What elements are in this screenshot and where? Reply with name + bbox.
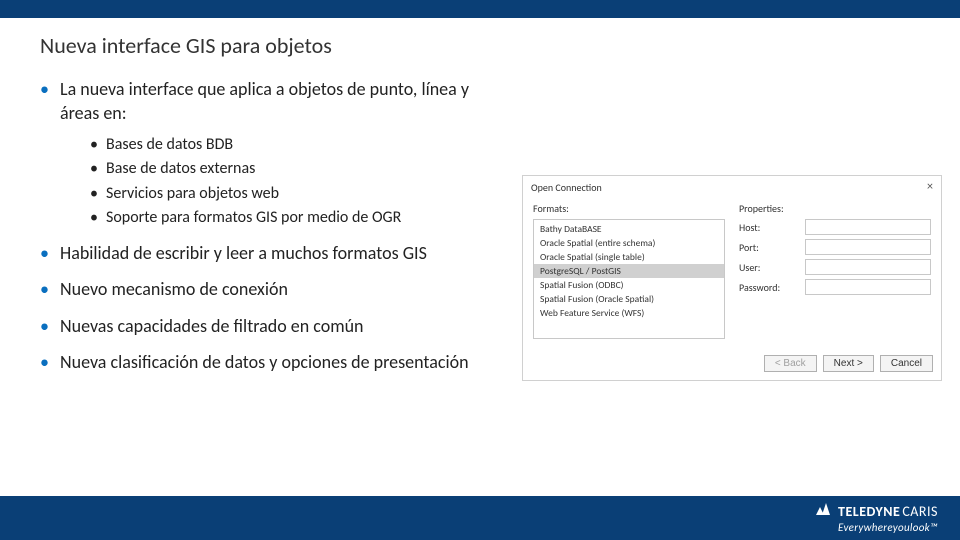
port-input[interactable] bbox=[805, 239, 931, 255]
formats-listbox[interactable]: Bathy DataBASE Oracle Spatial (entire sc… bbox=[533, 219, 725, 339]
format-option[interactable]: Spatial Fusion (Oracle Spatial) bbox=[534, 292, 724, 306]
format-option[interactable]: Oracle Spatial (single table) bbox=[534, 250, 724, 264]
brand-name-2: CARIS bbox=[902, 503, 938, 520]
sub-bullet-list: Bases de datos BDB Base de datos externa… bbox=[90, 134, 510, 229]
slide-title: Nueva interface GIS para objetos bbox=[40, 32, 960, 59]
formats-label: Formats: bbox=[533, 202, 725, 215]
dialog-header: Open Connection × bbox=[523, 176, 941, 196]
bullet-list: La nueva interface que aplica a objetos … bbox=[40, 77, 510, 374]
brand-block: TELEDYNECARIS Everywhereyoulook™ bbox=[816, 503, 938, 534]
bullet-item: Nuevo mecanismo de conexión bbox=[40, 277, 510, 301]
next-button[interactable]: Next > bbox=[823, 355, 874, 372]
top-accent-bar bbox=[0, 0, 960, 18]
slide: Nueva interface GIS para objetos La nuev… bbox=[0, 0, 960, 540]
properties-column: Properties: Host: Port: User: Password: bbox=[739, 202, 931, 339]
host-input[interactable] bbox=[805, 219, 931, 235]
back-button[interactable]: < Back bbox=[764, 355, 817, 372]
brand-top-line: TELEDYNECARIS bbox=[816, 503, 938, 521]
user-input[interactable] bbox=[805, 259, 931, 275]
teledyne-logo-icon bbox=[816, 503, 832, 521]
dialog-body: Formats: Bathy DataBASE Oracle Spatial (… bbox=[523, 196, 941, 349]
format-option[interactable]: Oracle Spatial (entire schema) bbox=[534, 236, 724, 250]
sub-bullet-item: Soporte para formatos GIS por medio de O… bbox=[90, 207, 510, 229]
sub-bullet-item: Bases de datos BDB bbox=[90, 134, 510, 156]
password-label: Password: bbox=[739, 281, 799, 294]
close-icon[interactable]: × bbox=[927, 180, 933, 194]
formats-column: Formats: Bathy DataBASE Oracle Spatial (… bbox=[533, 202, 725, 339]
bullet-item: Habilidad de escribir y leer a muchos fo… bbox=[40, 241, 510, 265]
user-label: User: bbox=[739, 261, 799, 274]
bullet-item: Nuevas capacidades de filtrado en común bbox=[40, 314, 510, 338]
format-option[interactable]: Spatial Fusion (ODBC) bbox=[534, 278, 724, 292]
properties-grid: Host: Port: User: Password: bbox=[739, 219, 931, 295]
brand-name-1: TELEDYNE bbox=[838, 503, 900, 520]
cancel-button[interactable]: Cancel bbox=[880, 355, 933, 372]
sub-bullet-item: Servicios para objetos web bbox=[90, 183, 510, 205]
bullet-item: Nueva clasificación de datos y opciones … bbox=[40, 350, 510, 374]
footer-bar: TELEDYNECARIS Everywhereyoulook™ bbox=[0, 496, 960, 540]
brand-tagline: Everywhereyoulook™ bbox=[838, 521, 938, 534]
open-connection-dialog: Open Connection × Formats: Bathy DataBAS… bbox=[522, 175, 942, 381]
dialog-footer: < Back Next > Cancel bbox=[523, 349, 941, 380]
properties-label: Properties: bbox=[739, 202, 931, 215]
format-option[interactable]: Bathy DataBASE bbox=[534, 222, 724, 236]
format-option[interactable]: Web Feature Service (WFS) bbox=[534, 306, 724, 320]
dialog-title: Open Connection bbox=[531, 181, 602, 194]
port-label: Port: bbox=[739, 241, 799, 254]
bullet-text: La nueva interface que aplica a objetos … bbox=[60, 78, 469, 124]
content-area: La nueva interface que aplica a objetos … bbox=[40, 77, 510, 374]
format-option-selected[interactable]: PostgreSQL / PostGIS bbox=[534, 264, 724, 278]
sub-bullet-item: Base de datos externas bbox=[90, 158, 510, 180]
password-input[interactable] bbox=[805, 279, 931, 295]
bullet-item: La nueva interface que aplica a objetos … bbox=[40, 77, 510, 229]
host-label: Host: bbox=[739, 221, 799, 234]
